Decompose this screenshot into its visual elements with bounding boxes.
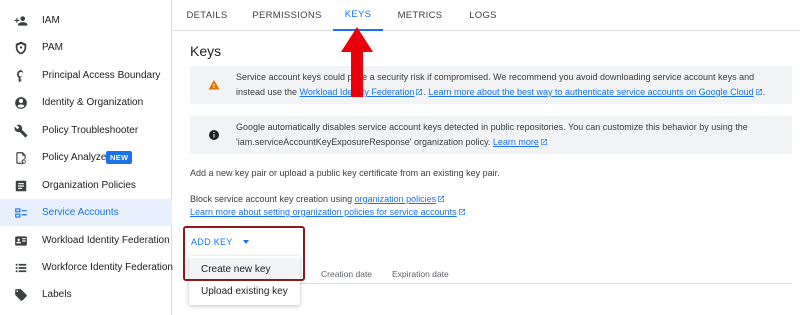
external-link-icon bbox=[458, 209, 465, 215]
external-link-icon bbox=[755, 89, 762, 95]
sidebar-item-pam[interactable]: PAM bbox=[0, 34, 172, 61]
service-account-icon bbox=[13, 205, 29, 221]
sidebar-item-service-accounts[interactable]: Service Accounts bbox=[0, 199, 172, 226]
new-badge: NEW bbox=[106, 151, 133, 164]
sidebar-item-label: Labels bbox=[42, 289, 72, 300]
document-list-icon bbox=[13, 178, 29, 194]
tab-logs[interactable]: LOGS bbox=[459, 0, 507, 31]
sidebar-item-policy-analyzer[interactable]: Policy Analyzer NEW bbox=[0, 144, 172, 171]
sidebar-item-workforce-identity-federation[interactable]: Workforce Identity Federation bbox=[0, 254, 173, 281]
sidebar-item-label: Policy Troubleshooter bbox=[42, 125, 139, 136]
up-arrow-icon bbox=[341, 27, 373, 97]
learn-more-link[interactable]: Learn more bbox=[493, 137, 539, 147]
learn-more-org-policies-link[interactable]: Learn more about setting organization po… bbox=[190, 207, 457, 217]
sidebar-item-label: Policy Analyzer bbox=[42, 152, 110, 163]
info-icon bbox=[209, 130, 219, 140]
sidebar-item-organization-policies[interactable]: Organization Policies bbox=[0, 172, 172, 199]
warning-banner: Service account keys could pose a securi… bbox=[190, 66, 792, 104]
tab-bar: DETAILS PERMISSIONS KEYS METRICS LOGS bbox=[173, 0, 800, 31]
sidebar-item-label: Workload Identity Federation bbox=[42, 235, 170, 246]
sidebar-item-label: Principal Access Boundary bbox=[42, 70, 161, 81]
shield-icon bbox=[13, 40, 29, 56]
sidebar-item-identity-organization[interactable]: Identity & Organization bbox=[0, 89, 172, 116]
label-icon bbox=[13, 287, 29, 303]
menu-item-upload-existing-key[interactable]: Upload existing key bbox=[189, 280, 300, 302]
sidebar-item-policy-troubleshooter[interactable]: Policy Troubleshooter bbox=[0, 117, 172, 144]
account-circle-icon bbox=[13, 95, 29, 111]
sidebar-item-principal-access-boundary[interactable]: Principal Access Boundary bbox=[0, 62, 172, 89]
tab-metrics[interactable]: METRICS bbox=[389, 0, 451, 31]
warning-text: Service account keys could pose a securi… bbox=[236, 72, 766, 97]
block-key-creation-text: Block service account key creation using… bbox=[190, 194, 445, 204]
sidebar-item-label: Identity & Organization bbox=[42, 97, 144, 108]
sidebar-item-label: Organization Policies bbox=[42, 180, 136, 191]
sidebar-item-label: IAM bbox=[42, 15, 60, 26]
list-icon bbox=[13, 260, 29, 276]
sidebar-item-label: Service Accounts bbox=[42, 207, 119, 218]
authenticate-service-accounts-link[interactable]: Learn more about the best way to authent… bbox=[428, 87, 753, 97]
external-link-icon bbox=[438, 196, 445, 202]
warning-icon bbox=[208, 80, 220, 90]
sidebar-item-workload-identity-federation[interactable]: Workload Identity Federation bbox=[0, 227, 172, 254]
info-banner: Google automatically disables service ac… bbox=[190, 116, 792, 154]
organization-policies-link[interactable]: organization policies bbox=[355, 194, 437, 204]
id-card-icon bbox=[13, 233, 29, 249]
learn-more-org-policies-text: Learn more about setting organization po… bbox=[190, 207, 466, 217]
add-key-description: Add a new key pair or upload a public ke… bbox=[190, 168, 500, 178]
column-header-expiration-date[interactable]: Expiration date bbox=[392, 269, 449, 279]
sidebar-item-label: Workforce Identity Federation bbox=[42, 262, 173, 273]
policy-analyzer-icon bbox=[13, 150, 29, 166]
page-title: Keys bbox=[190, 43, 222, 59]
boundary-icon bbox=[13, 68, 29, 84]
tab-permissions[interactable]: PERMISSIONS bbox=[243, 0, 331, 31]
wrench-icon bbox=[13, 123, 29, 139]
table-divider bbox=[300, 283, 792, 284]
sidebar-nav: IAM PAM Principal Access Boundary Identi… bbox=[0, 0, 173, 315]
person-add-icon bbox=[13, 13, 29, 29]
sidebar-item-iam[interactable]: IAM bbox=[0, 7, 172, 34]
info-text: Google automatically disables service ac… bbox=[236, 122, 748, 147]
sidebar-item-label: PAM bbox=[42, 42, 63, 53]
column-header-creation-date[interactable]: Creation date bbox=[321, 269, 372, 279]
external-link-icon bbox=[540, 139, 547, 145]
add-key-highlight-box bbox=[183, 226, 305, 281]
tab-details[interactable]: DETAILS bbox=[173, 0, 241, 31]
sidebar-item-labels[interactable]: Labels bbox=[0, 281, 172, 308]
